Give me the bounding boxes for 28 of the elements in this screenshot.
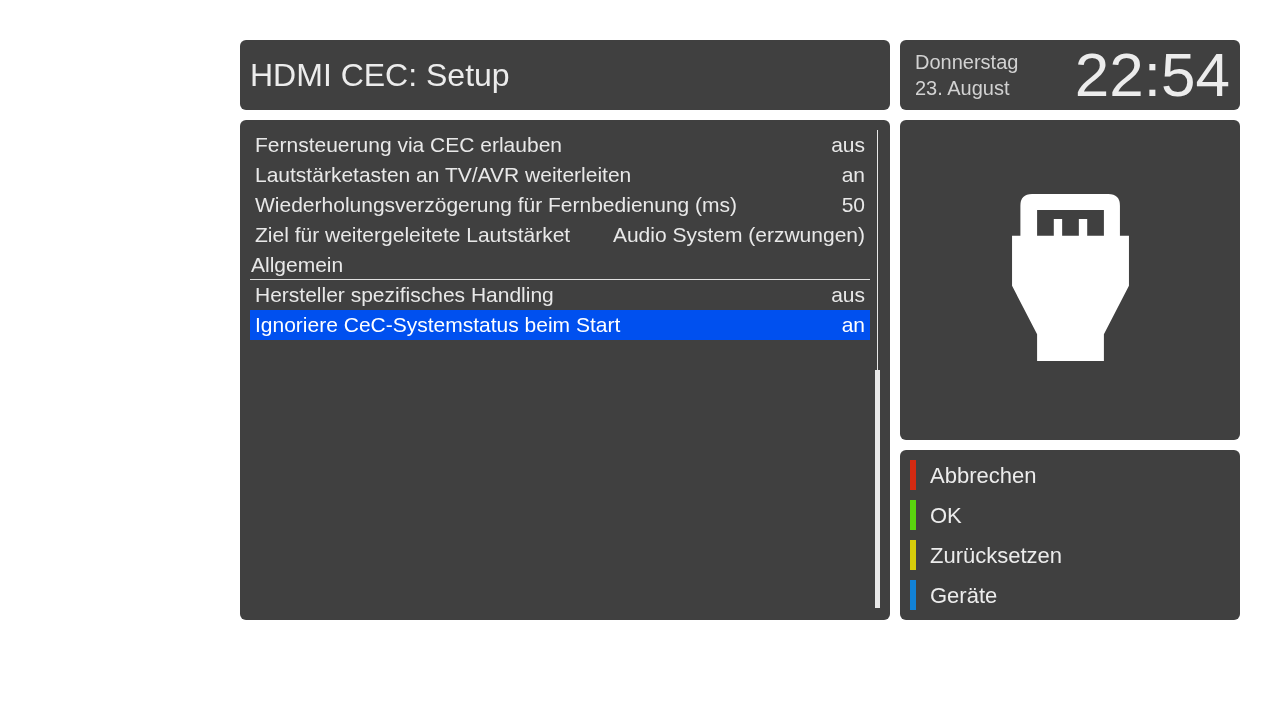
menu-row[interactable]: Fernsteuerung via CEC erlauben aus: [250, 130, 870, 160]
color-key-button[interactable]: Abbrechen: [910, 455, 1037, 495]
setting-value: aus: [831, 282, 865, 309]
setting-label: Wiederholungsverzögerung für Fernbedienung (ms): [255, 192, 738, 219]
setting-value: Audio System (erzwungen): [612, 222, 865, 249]
date-text: 23. August: [915, 76, 1011, 101]
setting-label: Fernsteuerung via CEC erlauben: [255, 132, 562, 159]
setting-label: Ignoriere CeC-Systemstatus beim Start: [255, 312, 621, 339]
menu-row[interactable]: Ziel für weitergeleitete Lautstärket Audio System (erzwungen): [250, 220, 870, 250]
section-header: Allgemein: [250, 250, 870, 280]
menu-row[interactable]: Wiederholungsverzögerung für Fernbedienung (ms) 50: [250, 190, 870, 220]
weekday-text: Donnerstag: [915, 50, 1019, 75]
setting-label: Hersteller spezifisches Handling: [255, 282, 554, 309]
color-key-button[interactable]: Zurücksetzen: [910, 535, 1063, 575]
setting-value: 50: [841, 192, 865, 219]
menu-row[interactable]: Ignoriere CeC-Systemstatus beim Start an: [250, 310, 870, 340]
color-key-button[interactable]: OK: [910, 495, 962, 535]
setting-value: aus: [831, 132, 865, 159]
clock-time: 22:54: [1074, 44, 1230, 106]
setting-label: Lautstärketasten an TV/AVR weiterleiten: [255, 162, 632, 189]
hdmi-plug-icon: [1011, 193, 1129, 361]
color-key-button[interactable]: Geräte: [910, 575, 998, 615]
setting-value: an: [841, 312, 865, 339]
menu-row[interactable]: Hersteller spezifisches Handling aus: [250, 280, 870, 310]
setting-value: an: [841, 162, 865, 189]
screen-title: HDMI CEC: Setup: [250, 59, 510, 91]
menu-row[interactable]: Lautstärketasten an TV/AVR weiterleiten an: [250, 160, 870, 190]
setting-label: Ziel für weitergeleitete Lautstärket: [255, 222, 571, 249]
